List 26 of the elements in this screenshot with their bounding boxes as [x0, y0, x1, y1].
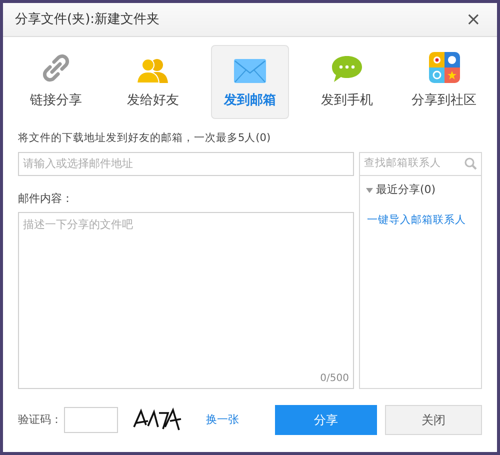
- share-tab[interactable]: 发给好友: [114, 45, 192, 119]
- expand-caret-icon: [366, 186, 373, 194]
- character-counter: 0/500: [320, 372, 349, 386]
- captcha-image: [132, 406, 184, 433]
- content-label: 邮件内容：: [18, 190, 74, 207]
- close-button[interactable]: ×: [462, 10, 485, 28]
- captcha-field[interactable]: [64, 406, 118, 433]
- share-tab[interactable]: 分享到社区: [405, 45, 483, 119]
- share-tab[interactable]: 发到手机: [308, 45, 386, 119]
- share-tab[interactable]: 发到邮箱: [211, 45, 289, 119]
- envelope-icon: [234, 58, 266, 82]
- instruction-text: 将文件的下载地址发到好友的邮箱，一次最多5人(0): [18, 131, 272, 146]
- chain-link-icon: [41, 52, 71, 82]
- close-dialog-button[interactable]: 关闭: [385, 404, 482, 435]
- import-contacts-link[interactable]: 一键导入邮箱联系人: [360, 213, 481, 229]
- contact-search-field[interactable]: 查找邮箱联系人: [364, 156, 464, 172]
- email-address-field[interactable]: 请输入或选择邮件地址: [18, 152, 354, 176]
- app-grid-icon: [428, 52, 460, 82]
- search-icon: [464, 157, 477, 170]
- share-tab[interactable]: 链接分享: [17, 45, 95, 119]
- window-title: 分享文件(夹):新建文件夹: [15, 10, 160, 29]
- chat-bubble-icon: [331, 54, 363, 82]
- captcha-label: 验证码：: [18, 412, 62, 428]
- people-icon: [137, 56, 169, 82]
- refresh-captcha-link[interactable]: 换一张: [206, 412, 239, 428]
- recent-shares-group[interactable]: 最近分享(0): [360, 182, 481, 198]
